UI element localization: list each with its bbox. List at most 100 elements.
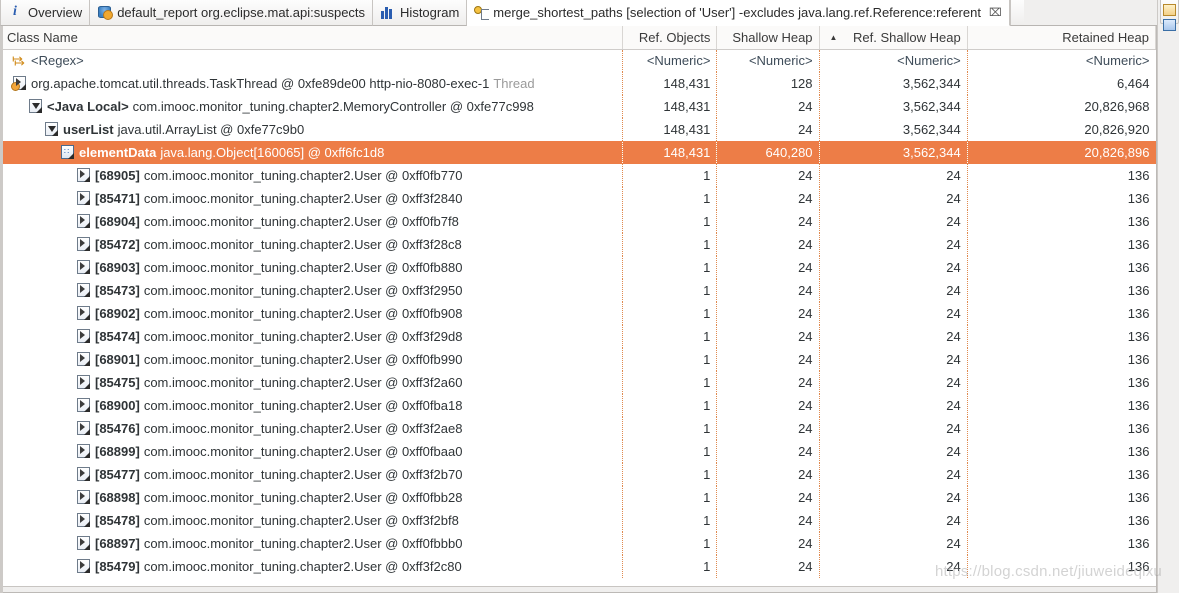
column-header-ref_shallow[interactable]: Ref. Shallow Heap: [819, 26, 968, 50]
cell-class-name[interactable]: [68903] com.imooc.monitor_tuning.chapter2…: [1, 256, 624, 279]
table-row[interactable]: [85474] com.imooc.monitor_tuning.chapter2…: [1, 325, 1156, 348]
cell-retained_heap: 136: [1127, 513, 1150, 528]
editor-tab-label: Overview: [28, 4, 83, 20]
editor-tab-3[interactable]: merge_shortest_paths [selection of 'User…: [467, 0, 1010, 26]
cell-class-name[interactable]: [85478] com.imooc.monitor_tuning.chapter2…: [1, 509, 624, 532]
cell-class-name[interactable]: [85476] com.imooc.monitor_tuning.chapter2…: [1, 417, 624, 440]
histogram-icon: [380, 5, 395, 20]
cell-ref_shallow: 24: [819, 486, 968, 509]
cell-shallow_heap: 24: [716, 210, 820, 233]
row-label-bold: [85473]: [95, 283, 140, 298]
cell-class-name[interactable]: org.apache.tomcat.util.threads.TaskThrea…: [1, 72, 624, 95]
cell-class-name[interactable]: [85471] com.imooc.monitor_tuning.chapter2…: [1, 187, 624, 210]
cell-class-name[interactable]: [68897] com.imooc.monitor_tuning.chapter2…: [1, 532, 624, 555]
cell-class-name[interactable]: [68899] com.imooc.monitor_tuning.chapter2…: [1, 440, 624, 463]
table-row[interactable]: [85471] com.imooc.monitor_tuning.chapter2…: [1, 187, 1156, 210]
cell-class-name[interactable]: ∷ elementData java.lang.Object[160065] @ 0…: [1, 141, 624, 164]
cell-class-name[interactable]: [85479] com.imooc.monitor_tuning.chapter2…: [1, 555, 624, 578]
table-row[interactable]: [85479] com.imooc.monitor_tuning.chapter2…: [1, 555, 1156, 578]
close-icon[interactable]: ⌧: [989, 0, 1002, 26]
inspector-view-icon[interactable]: [1163, 19, 1176, 31]
row-label: com.imooc.monitor_tuning.chapter2.User @…: [143, 467, 463, 482]
table-row[interactable]: org.apache.tomcat.util.threads.TaskThrea…: [1, 72, 1156, 95]
table-row[interactable]: [85472] com.imooc.monitor_tuning.chapter2…: [1, 233, 1156, 256]
table-row[interactable]: [68902] com.imooc.monitor_tuning.chapter2…: [1, 302, 1156, 325]
editor-tab-2[interactable]: Histogram: [373, 0, 468, 26]
table-row[interactable]: [85477] com.imooc.monitor_tuning.chapter2…: [1, 463, 1156, 486]
table-row[interactable]: [85476] com.imooc.monitor_tuning.chapter2…: [1, 417, 1156, 440]
row-label: com.imooc.monitor_tuning.chapter2.User @…: [143, 283, 463, 298]
table-row[interactable]: [68903] com.imooc.monitor_tuning.chapter2…: [1, 256, 1156, 279]
cell-class-name[interactable]: [68905] com.imooc.monitor_tuning.chapter2…: [1, 164, 624, 187]
table-row[interactable]: [85473] com.imooc.monitor_tuning.chapter2…: [1, 279, 1156, 302]
table-header-row: Class NameRef. ObjectsShallow HeapRef. S…: [1, 26, 1156, 50]
cell-class-name[interactable]: userList java.util.ArrayList @ 0xfe77c9b0: [1, 118, 624, 141]
column-header-shallow_heap[interactable]: Shallow Heap: [716, 26, 820, 50]
info-icon: [8, 4, 23, 20]
outline-view-icon[interactable]: [1163, 4, 1176, 16]
cell-class-name[interactable]: [68901] com.imooc.monitor_tuning.chapter2…: [1, 348, 624, 371]
table-row[interactable]: userList java.util.ArrayList @ 0xfe77c9b0…: [1, 118, 1156, 141]
cell-shallow_heap: 24: [716, 555, 820, 578]
table-row[interactable]: [85475] com.imooc.monitor_tuning.chapter2…: [1, 371, 1156, 394]
row-label: java.lang.Object[160065] @ 0xff6fc1d8: [160, 145, 385, 160]
instance-object-icon: [75, 191, 91, 206]
editor-tab-1[interactable]: default_report org.eclipse.mat.api:suspe…: [90, 0, 374, 26]
table-row[interactable]: [68905] com.imooc.monitor_tuning.chapter2…: [1, 164, 1156, 187]
cell-shallow_heap: <Numeric>: [716, 49, 820, 72]
table-row[interactable]: [68899] com.imooc.monitor_tuning.chapter2…: [1, 440, 1156, 463]
cell-ref_objects: 1: [622, 210, 718, 233]
editor-tab-0[interactable]: Overview: [0, 0, 91, 26]
table-row[interactable]: [68900] com.imooc.monitor_tuning.chapter2…: [1, 394, 1156, 417]
instance-object-icon: [75, 214, 91, 229]
cell-class-name[interactable]: [85474] com.imooc.monitor_tuning.chapter2…: [1, 325, 624, 348]
instance-object-icon: [75, 329, 91, 344]
cell-class-name[interactable]: <Regex>: [1, 49, 624, 72]
cell-class-name[interactable]: [68902] com.imooc.monitor_tuning.chapter2…: [1, 302, 624, 325]
row-label: com.imooc.monitor_tuning.chapter2.User @…: [143, 306, 463, 321]
column-header-retained_heap[interactable]: Retained Heap: [967, 26, 1156, 50]
table-row[interactable]: [68901] com.imooc.monitor_tuning.chapter2…: [1, 348, 1156, 371]
row-label: com.imooc.monitor_tuning.chapter2.User @…: [143, 398, 463, 413]
tree-table: Class NameRef. ObjectsShallow HeapRef. S…: [1, 26, 1156, 578]
cell-shallow_heap: 24: [716, 440, 820, 463]
cell-class-name[interactable]: [85475] com.imooc.monitor_tuning.chapter2…: [1, 371, 624, 394]
cell-ref_objects: 1: [622, 371, 718, 394]
column-header-ref_objects[interactable]: Ref. Objects: [622, 26, 718, 50]
row-label: com.imooc.monitor_tuning.chapter2.User @…: [143, 375, 463, 390]
regex-filter-icon: [11, 51, 27, 71]
table-row[interactable]: ∷ elementData java.lang.Object[160065] @ 0…: [1, 141, 1156, 164]
array-object-icon: ∷: [59, 145, 75, 160]
cell-ref_objects: 1: [622, 463, 718, 486]
row-label-bold: [68900]: [95, 398, 140, 413]
merge-shortest-paths-tree-table[interactable]: Class NameRef. ObjectsShallow HeapRef. S…: [0, 26, 1157, 593]
cell-class-name[interactable]: [85473] com.imooc.monitor_tuning.chapter2…: [1, 279, 624, 302]
instance-object-icon: [75, 467, 91, 482]
cell-class-name[interactable]: [85472] com.imooc.monitor_tuning.chapter2…: [1, 233, 624, 256]
cell-ref_shallow: 24: [819, 325, 968, 348]
cell-ref_shallow: 3,562,344: [819, 95, 968, 118]
right-side-view-stack: [1157, 0, 1179, 593]
table-row[interactable]: [68898] com.imooc.monitor_tuning.chapter2…: [1, 486, 1156, 509]
report-database-icon: [97, 5, 114, 20]
cell-class-name[interactable]: [68904] com.imooc.monitor_tuning.chapter2…: [1, 210, 624, 233]
table-row[interactable]: [68897] com.imooc.monitor_tuning.chapter2…: [1, 532, 1156, 555]
table-row[interactable]: <Regex><Numeric><Numeric><Numeric><Numer…: [1, 49, 1156, 72]
row-label: com.imooc.monitor_tuning.chapter2.User @…: [143, 168, 463, 183]
cell-class-name[interactable]: [68898] com.imooc.monitor_tuning.chapter2…: [1, 486, 624, 509]
table-row[interactable]: <Java Local> com.imooc.monitor_tuning.cha…: [1, 95, 1156, 118]
cell-class-name[interactable]: [85477] com.imooc.monitor_tuning.chapter2…: [1, 463, 624, 486]
cell-class-name[interactable]: <Java Local> com.imooc.monitor_tuning.cha…: [1, 95, 624, 118]
table-row[interactable]: [68904] com.imooc.monitor_tuning.chapter2…: [1, 210, 1156, 233]
row-label: com.imooc.monitor_tuning.chapter2.User @…: [143, 329, 463, 344]
cell-class-name[interactable]: [68900] com.imooc.monitor_tuning.chapter2…: [1, 394, 624, 417]
table-row[interactable]: [85478] com.imooc.monitor_tuning.chapter2…: [1, 509, 1156, 532]
cell-retained_heap: 136: [1127, 490, 1150, 505]
editor-tab-overflow[interactable]: [1009, 0, 1024, 26]
cell-retained_heap: 136: [1127, 168, 1150, 183]
cell-retained_heap: 20,826,896: [967, 141, 1156, 164]
row-label: com.imooc.monitor_tuning.chapter2.User @…: [143, 352, 463, 367]
row-label-bold: [85476]: [95, 421, 140, 436]
column-header-name[interactable]: Class Name: [1, 26, 624, 50]
thread-object-icon: [11, 76, 27, 91]
